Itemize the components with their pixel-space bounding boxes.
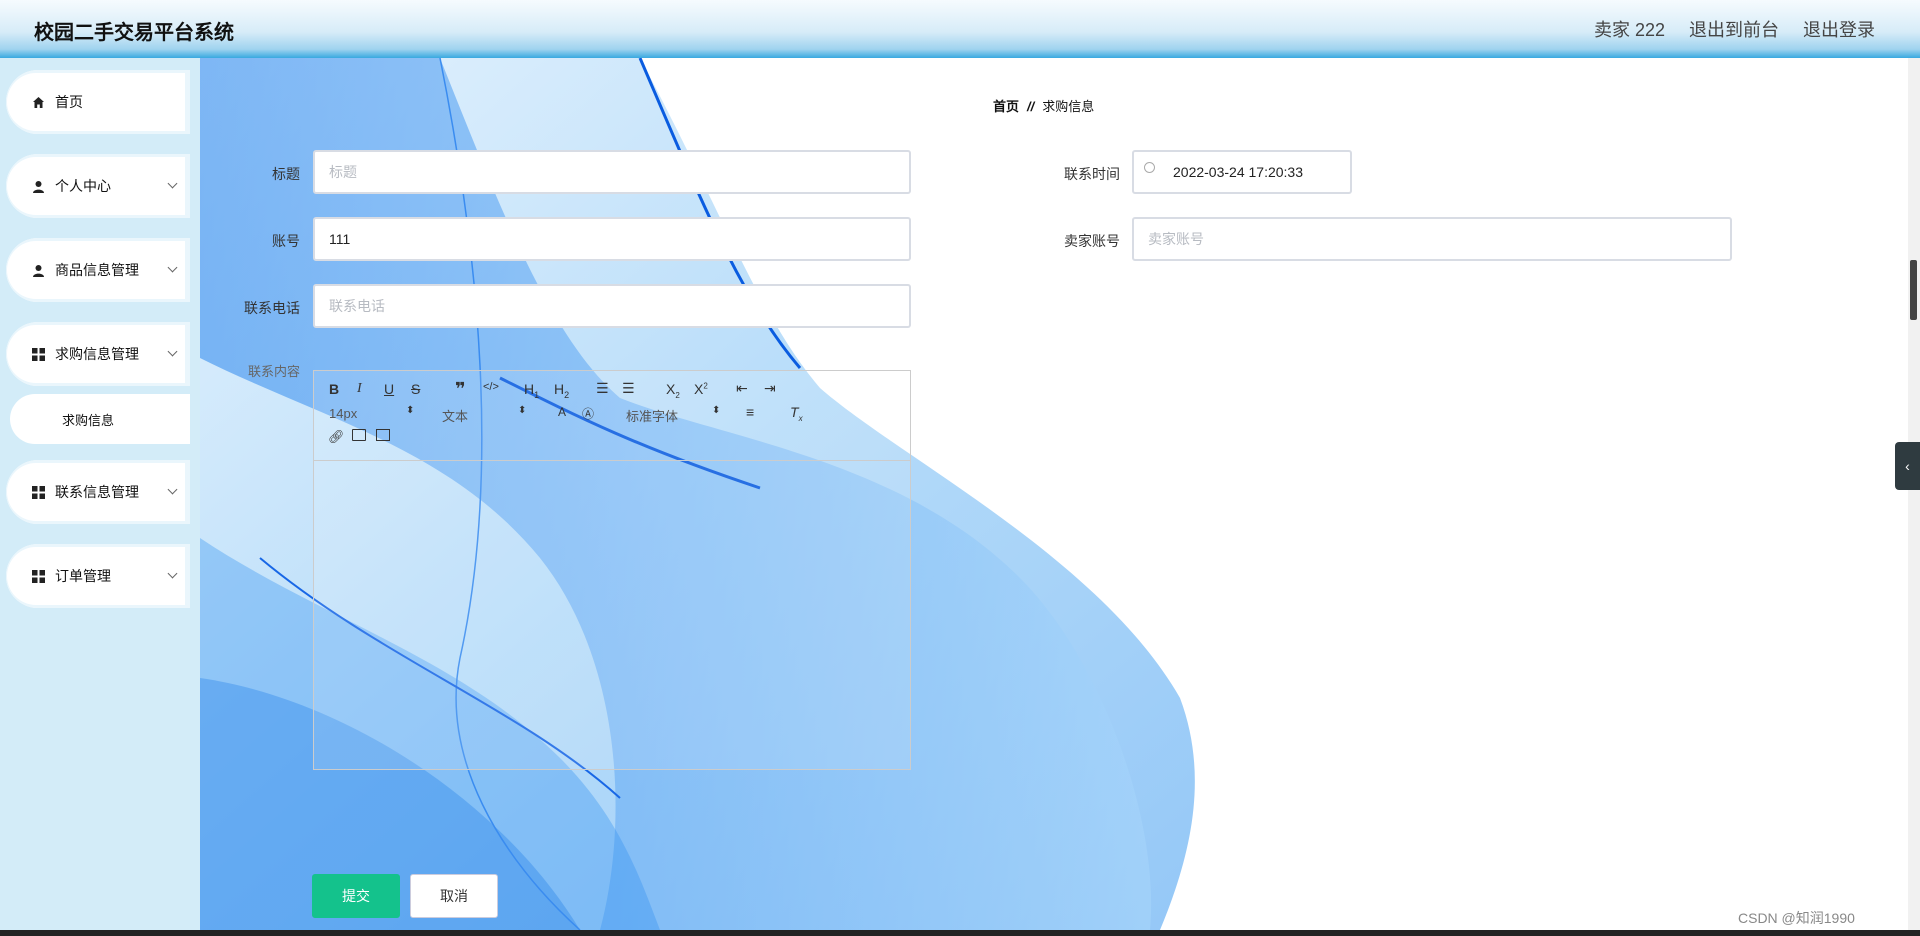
sidebar-item-purchase-management[interactable]: 求购信息管理: [6, 322, 190, 386]
cancel-button[interactable]: 取消: [410, 874, 498, 918]
sidebar-item-goods-management[interactable]: 商品信息管理: [6, 238, 190, 302]
sidebar-item-home[interactable]: 首页: [6, 70, 190, 134]
grid-icon: [32, 347, 45, 361]
to-front-link[interactable]: 退出到前台: [1689, 16, 1779, 42]
top-nav: 卖家 222 退出到前台 退出登录: [1594, 16, 1875, 42]
editor-content-area[interactable]: [314, 461, 910, 769]
indent-icon[interactable]: ⇥: [764, 380, 776, 397]
sidebar-item-label: 求购信息管理: [55, 346, 139, 362]
content-label: 联系内容: [247, 364, 300, 379]
sidebar-item-label: 商品信息管理: [55, 262, 139, 278]
home-icon: [32, 96, 45, 109]
grid-icon: [32, 569, 45, 583]
rich-text-editor: B I U S ❞ </> H1 H2 ☰ ☰ X2 X2 ⇤ ⇥ 14px ⬍…: [313, 370, 911, 770]
contact-time-label: 联系时间: [1064, 166, 1120, 182]
logout-link[interactable]: 退出登录: [1803, 16, 1875, 42]
user-icon: [32, 180, 45, 193]
background-color-icon[interactable]: Ⓐ: [582, 405, 594, 422]
image-icon[interactable]: [352, 429, 366, 441]
sidebar-item-label: 联系信息管理: [55, 484, 139, 500]
italic-icon[interactable]: I: [357, 381, 362, 397]
collapse-handle[interactable]: ‹: [1895, 442, 1920, 490]
chevron-down-icon: [167, 568, 178, 579]
account-input[interactable]: 111: [313, 217, 911, 261]
contact-time-input[interactable]: 2022-03-24 17:20:33: [1132, 150, 1352, 194]
sidebar-item-personal-center[interactable]: 个人中心: [6, 154, 190, 218]
heading1-icon[interactable]: H1: [524, 381, 539, 400]
editor-toolbar: B I U S ❞ </> H1 H2 ☰ ☰ X2 X2 ⇤ ⇥ 14px ⬍…: [314, 371, 910, 461]
heading2-icon[interactable]: H2: [554, 381, 569, 400]
grid-icon: [32, 485, 45, 499]
underline-icon[interactable]: U: [384, 381, 394, 397]
breadcrumb: 首页 // 求购信息: [993, 96, 1094, 115]
video-icon[interactable]: [376, 429, 390, 441]
superscript-icon[interactable]: X2: [694, 381, 708, 397]
font-color-icon[interactable]: A: [558, 405, 566, 419]
clear-format-icon[interactable]: Tx: [790, 404, 803, 423]
strike-icon[interactable]: S: [411, 381, 420, 397]
code-block-icon[interactable]: </>: [483, 381, 499, 393]
title-input[interactable]: 标题: [313, 150, 911, 194]
chevron-down-icon: [167, 346, 178, 357]
sidebar-item-label: 订单管理: [55, 568, 111, 584]
subscript-icon[interactable]: X2: [666, 381, 680, 400]
chevron-down-icon: [167, 262, 178, 273]
font-family-select[interactable]: 标准字体: [626, 406, 678, 425]
sidebar-item-label: 个人中心: [55, 178, 111, 194]
outdent-icon[interactable]: ⇤: [736, 380, 748, 397]
ordered-list-icon[interactable]: ☰: [596, 380, 609, 397]
select-arrow-icon: ⬍: [712, 405, 721, 416]
bold-icon[interactable]: B: [329, 381, 339, 397]
sidebar-item-label: 首页: [55, 94, 83, 110]
chevron-left-icon: ‹: [1905, 458, 1910, 474]
scrollbar[interactable]: [1908, 58, 1920, 930]
watermark: CSDN @知润1990: [1738, 910, 1855, 926]
breadcrumb-separator: //: [1027, 99, 1035, 114]
user-icon: [32, 264, 45, 277]
breadcrumb-current: 求购信息: [1042, 99, 1095, 114]
seller-account-input[interactable]: 卖家账号: [1132, 217, 1732, 261]
sidebar-item-order-management[interactable]: 订单管理: [6, 544, 190, 608]
phone-label: 联系电话: [244, 300, 300, 316]
clock-icon: [1144, 161, 1155, 173]
align-icon[interactable]: ≡: [746, 404, 754, 420]
select-arrow-icon: ⬍: [518, 405, 527, 416]
bullet-list-icon[interactable]: ☰: [622, 380, 635, 397]
chevron-down-icon: [167, 178, 178, 189]
select-arrow-icon: ⬍: [406, 405, 415, 416]
top-bar: 校园二手交易平台系统 卖家 222 退出到前台 退出登录: [0, 0, 1920, 58]
sidebar: 首页 个人中心 商品信息管理 求购信息管理 求购信息 联系信息管理 订单管理: [0, 58, 200, 936]
font-size-select[interactable]: 14px: [329, 406, 357, 421]
sidebar-item-contact-management[interactable]: 联系信息管理: [6, 460, 190, 524]
text-type-select[interactable]: 文本: [442, 406, 468, 425]
account-label: 账号: [272, 233, 300, 249]
bottom-edge: [0, 930, 1920, 936]
submit-button[interactable]: 提交: [312, 874, 400, 918]
app-title: 校园二手交易平台系统: [34, 22, 234, 44]
title-label: 标题: [272, 166, 300, 182]
seller-account-label: 卖家账号: [1064, 233, 1120, 249]
quote-icon[interactable]: ❞: [455, 379, 466, 400]
chevron-down-icon: [167, 484, 178, 495]
phone-input[interactable]: 联系电话: [313, 284, 911, 328]
sidebar-subitem-purchase-info[interactable]: 求购信息: [10, 394, 190, 444]
contact-time-value: 2022-03-24 17:20:33: [1173, 164, 1303, 180]
user-label: 卖家 222: [1593, 20, 1665, 40]
scrollbar-thumb[interactable]: [1910, 260, 1917, 320]
breadcrumb-home[interactable]: 首页: [993, 99, 1019, 114]
link-icon[interactable]: 🔗︎: [328, 429, 345, 445]
